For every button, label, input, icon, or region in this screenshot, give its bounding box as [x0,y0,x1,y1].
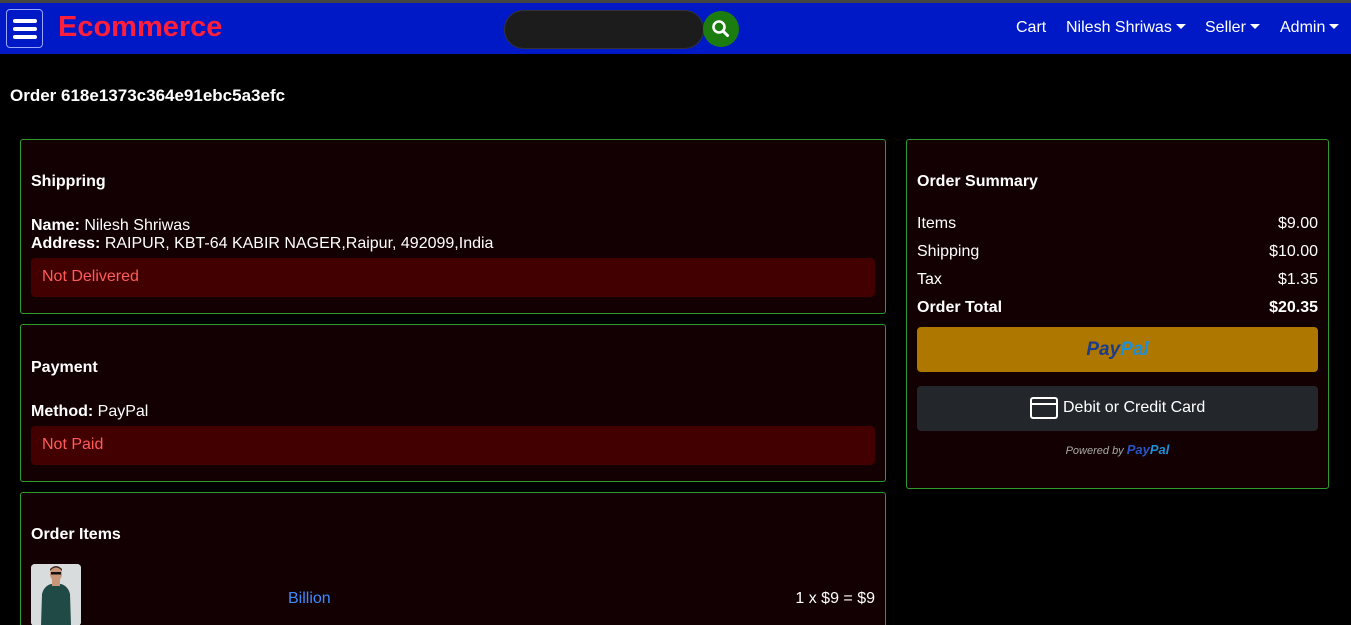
page-title: Order 618e1373c364e91ebc5a3efc [10,86,286,105]
menu-bar-icon [13,19,37,23]
shipping-name-line: Name: Nilesh Shriwas [31,217,190,235]
product-thumbnail [31,564,81,625]
powered-by-paypal: Powered by PayPal [907,442,1328,457]
nav-user-dropdown[interactable]: Nilesh Shriwas [1066,19,1186,37]
search-button[interactable] [703,11,739,47]
caret-down-icon [1329,24,1340,29]
summary-total-label: Order Total [917,299,1003,316]
nav-cart-link[interactable]: Cart [1016,19,1046,37]
order-summary-card: Order Summary Items $9.00 Shipping $10.0… [906,139,1329,489]
powered-by-text: Powered by [1065,445,1124,457]
shipping-address-label: Address: [31,235,101,252]
payment-title: Payment [31,359,98,376]
hamburger-menu-button[interactable] [6,9,43,48]
order-items-title: Order Items [31,526,121,543]
shipping-name-value: Nilesh Shriwas [84,217,191,234]
debit-credit-card-button[interactable]: Debit or Credit Card [917,386,1318,431]
shipping-address-line: Address: RAIPUR, KBT-64 KABIR NAGER,Raip… [31,235,493,253]
nav-seller-dropdown[interactable]: Seller [1205,19,1260,37]
summary-tax-label: Tax [917,271,942,288]
summary-shipping-label: Shipping [917,243,980,260]
delivery-status-alert: Not Delivered [31,258,875,297]
paypal-logo: PayPal [1086,339,1148,360]
powered-paypal-part1: Pay [1126,442,1150,457]
order-summary-title: Order Summary [917,173,1038,190]
debit-credit-card-label: Debit or Credit Card [1063,399,1206,416]
summary-items-value: $9.00 [1277,215,1318,232]
powered-paypal-part2: Pal [1149,442,1170,457]
caret-down-icon [1249,24,1260,29]
nav-admin-dropdown[interactable]: Admin [1280,19,1340,37]
summary-tax-value: $1.35 [1277,271,1318,288]
payment-status-alert: Not Paid [31,426,875,465]
search-input[interactable] [504,10,704,49]
paypal-logo-part2: Pal [1120,339,1149,360]
order-items-card: Order Items Billion 1 x $9 = $9 [20,492,886,625]
order-item-name-link[interactable]: Billion [288,590,331,608]
nav-admin-label: Admin [1280,19,1326,36]
search-icon [712,20,729,37]
shipping-name-label: Name: [31,217,80,234]
summary-total-value: $20.35 [1269,299,1318,316]
paypal-logo-part1: Pay [1086,339,1121,360]
brand-logo-link[interactable]: Ecommerce [58,11,222,44]
summary-items-label: Items [917,215,957,232]
paypal-button[interactable]: PayPal [917,327,1318,372]
credit-card-icon [1030,397,1058,419]
summary-shipping-value: $10.00 [1269,243,1318,260]
nav-user-label: Nilesh Shriwas [1066,19,1172,36]
payment-card: Payment Method: PayPal Not Paid [20,324,886,482]
caret-down-icon [1175,24,1186,29]
shipping-card: Shippring Name: Nilesh Shriwas Address: … [20,139,886,314]
payment-method-value: PayPal [97,403,149,420]
order-item-quantity-price: 1 x $9 = $9 [795,590,875,607]
payment-method-label: Method: [31,403,94,420]
menu-bar-icon [13,27,37,31]
shipping-title: Shippring [31,173,106,190]
top-navbar: Ecommerce Cart Nilesh Shriwas Seller Adm… [0,0,1351,54]
payment-method-line: Method: PayPal [31,403,148,421]
nav-cart-label: Cart [1016,19,1047,36]
powered-paypal-logo: PayPal [1127,442,1170,457]
nav-seller-label: Seller [1205,19,1246,36]
menu-bar-icon [13,35,37,39]
shipping-address-value: RAIPUR, KBT-64 KABIR NAGER,Raipur, 49209… [104,235,494,252]
